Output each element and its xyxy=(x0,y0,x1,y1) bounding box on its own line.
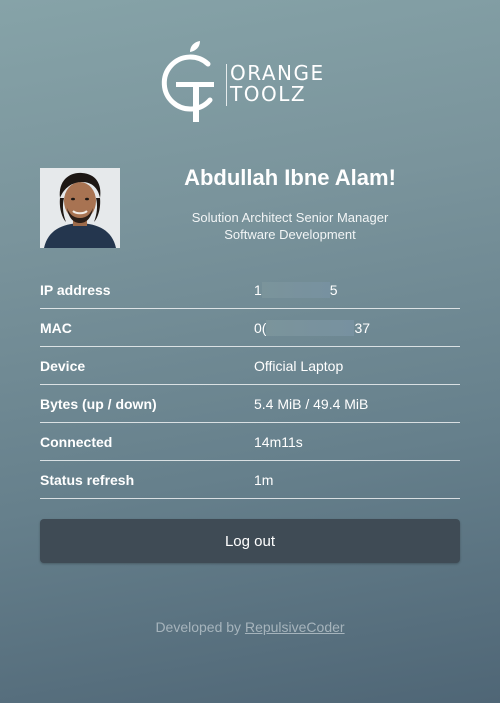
bytes-label: Bytes (up / down) xyxy=(40,396,157,412)
avatar xyxy=(40,168,120,248)
ip-label: IP address xyxy=(40,282,111,298)
bytes-value: 5.4 MiB / 49.4 MiB xyxy=(254,396,369,412)
footer: Developed by RepulsiveCoder xyxy=(0,619,500,635)
mac-value: 0( 37 xyxy=(254,320,370,336)
info-row-connected: Connected 14m11s xyxy=(40,423,460,461)
logout-button[interactable]: Log out xyxy=(40,519,460,563)
user-name: Abdullah Ibne Alam! xyxy=(184,165,396,190)
brand-line-2: TOOLZ xyxy=(230,82,307,106)
orange-toolz-logo-icon xyxy=(161,41,214,122)
info-row-bytes: Bytes (up / down) 5.4 MiB / 49.4 MiB xyxy=(40,385,460,423)
footer-author-link[interactable]: RepulsiveCoder xyxy=(245,619,345,635)
logo-divider xyxy=(226,64,227,106)
mac-value-start: 0( xyxy=(254,320,267,336)
brand-logo: ORANGE TOOLZ xyxy=(160,38,345,128)
status-refresh-label: Status refresh xyxy=(40,472,135,488)
ip-value-end: 5 xyxy=(329,282,338,298)
info-row-device: Device Official Laptop xyxy=(40,347,460,385)
device-value: Official Laptop xyxy=(254,358,344,374)
session-info-table: IP address 15 MAC 0(37 Device Official L… xyxy=(40,271,460,499)
redaction-bar xyxy=(266,320,355,336)
info-row-ip: IP address 15 xyxy=(40,271,460,309)
info-row-status-refresh: Status refresh 1m xyxy=(40,461,460,499)
ip-value: 15 xyxy=(254,282,338,298)
ip-value-start: 1 xyxy=(254,282,262,298)
user-profile: Abdullah Ibne Alam! Solution Architect S… xyxy=(40,165,460,248)
connected-value: 14m11s xyxy=(254,434,303,450)
connected-label: Connected xyxy=(40,434,113,450)
user-avatar-photo-icon xyxy=(40,168,120,248)
brand-wordmark: ORANGE TOOLZ xyxy=(230,63,325,105)
device-label: Device xyxy=(40,358,86,374)
user-role-title: Solution Architect Senior Manager xyxy=(191,210,389,225)
mac-value-end: 37 xyxy=(354,320,371,336)
user-role-department: Software Development xyxy=(224,227,356,242)
user-role: Solution Architect Senior Manager Softwa… xyxy=(120,209,460,243)
footer-prefix: Developed by xyxy=(155,619,242,635)
redaction-bar xyxy=(261,282,330,298)
brand-line-1: ORANGE xyxy=(230,61,325,85)
status-refresh-value: 1m xyxy=(254,472,274,488)
info-row-mac: MAC 0( 37 xyxy=(40,309,460,347)
mac-label: MAC xyxy=(40,320,72,336)
